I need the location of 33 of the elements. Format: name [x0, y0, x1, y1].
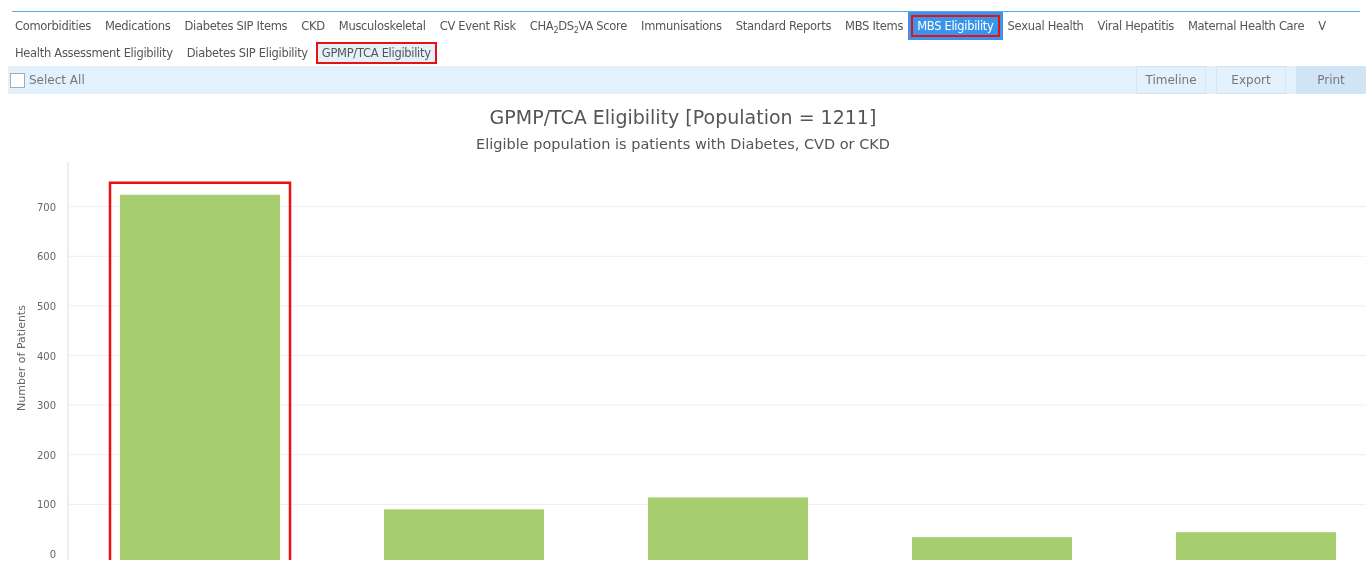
tab[interactable]: Immunisations [635, 15, 728, 37]
tab[interactable]: V [1312, 15, 1332, 37]
toolbar-button[interactable]: Export [1216, 66, 1286, 94]
tab[interactable]: CV Event Risk [433, 15, 522, 37]
y-tick-label: 700 [36, 201, 56, 213]
y-tick-label: 600 [36, 251, 56, 263]
tab[interactable]: Diabetes SIP Eligibility [180, 42, 314, 64]
select-all-label: Select All [29, 73, 85, 87]
tab[interactable]: GPMP/TCA Eligibility [315, 42, 437, 64]
y-tick-label: 300 [36, 400, 56, 412]
tab[interactable]: CHA$_{2}$DS$_{2}$VA Score [523, 15, 634, 37]
tab[interactable]: Medications [98, 15, 177, 37]
tab[interactable]: Musculoskeletal [332, 15, 432, 37]
chart-title: GPMP/TCA Eligibility [Population = 1211] [488, 106, 878, 128]
checkbox[interactable] [10, 72, 25, 88]
chart-subtitle: Eligible population is patients with Diabetes, CVD or CKD [475, 136, 891, 152]
y-tick-label: 0 [49, 549, 56, 560]
tab[interactable]: Health Assessment Eligibility [9, 42, 179, 64]
y-tick-label: 500 [36, 300, 56, 312]
y-tick-label: 200 [36, 449, 56, 461]
tab[interactable]: Maternal Health Care [1182, 15, 1311, 37]
toolbar-button[interactable]: Print [1296, 66, 1366, 94]
tab[interactable]: Diabetes SIP Items [178, 15, 294, 37]
toolbar-button[interactable]: Timeline [1136, 66, 1206, 94]
tab[interactable]: Sexual Health [1001, 15, 1090, 37]
tab[interactable]: Viral Hepatitis [1091, 15, 1180, 37]
y-tick-label: 400 [36, 350, 56, 362]
y-tick-label: 100 [36, 499, 56, 511]
y-axis-label: Number of Patients [15, 305, 28, 411]
tab[interactable]: CKD [295, 15, 331, 37]
tab[interactable]: MBS Items [839, 15, 910, 37]
tab[interactable]: Comorbidities [9, 15, 97, 37]
tab[interactable]: Standard Reports [729, 15, 838, 37]
